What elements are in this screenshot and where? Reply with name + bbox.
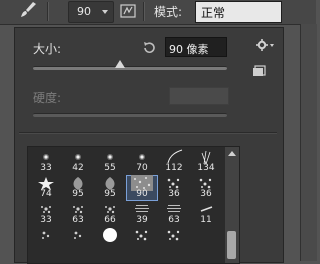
toolbar-divider	[47, 2, 48, 21]
brush-size-label: 33	[40, 215, 52, 225]
brush-preset-item[interactable]: 39	[126, 201, 158, 227]
brush-preset-item[interactable]	[158, 227, 190, 253]
brush-preset-item[interactable]: 95	[94, 175, 126, 201]
brush-preset-item[interactable]: 63	[158, 201, 190, 227]
brush-preset-item[interactable]: 95	[62, 175, 94, 201]
brush-preset-item[interactable]: 74	[30, 175, 62, 201]
brush-tool-preset-button[interactable]	[0, 0, 44, 22]
chalk-icon	[74, 231, 82, 239]
brush-grid-scrollbar[interactable]	[225, 146, 240, 264]
brush-size-label: 55	[104, 163, 116, 173]
brush-size-label: 36	[200, 189, 212, 199]
scrollbar-thumb[interactable]	[227, 231, 236, 259]
size-input[interactable]	[166, 41, 222, 57]
blend-mode-value: 正常	[201, 6, 226, 20]
brush-panel-toggle-icon[interactable]	[118, 2, 138, 20]
hardness-label: 硬度:	[33, 91, 62, 105]
brush-preset-item[interactable]: 33	[30, 149, 62, 175]
brush-grid-inner: 33 42 55 70 112 134 74 95 95 90 36 36 33 63 66 39 63 11	[28, 147, 226, 263]
brush-size-label: 33	[40, 163, 52, 173]
brush-preset-item[interactable]: 112	[158, 149, 190, 175]
new-preset-icon[interactable]	[252, 65, 266, 77]
brush-size-label: 11	[200, 215, 212, 225]
brush-preset-panel: 大小: 硬度: 33 42 55 70 112 134 74 95 95 90 36 36 33 63 66…	[14, 27, 284, 264]
scatter-icon	[135, 230, 148, 241]
brush-preset-item[interactable]: 63	[62, 201, 94, 227]
brush-preset-item[interactable]: 55	[94, 149, 126, 175]
brush-preset-item[interactable]	[94, 227, 126, 253]
brush-preset-item[interactable]	[62, 227, 94, 253]
size-field[interactable]	[165, 37, 227, 57]
brush-preset-item[interactable]	[30, 227, 62, 253]
scroll-up-icon[interactable]	[228, 151, 236, 156]
brush-size-label: 112	[165, 163, 183, 173]
brush-size-label: 90	[136, 189, 148, 199]
mode-label: 模式:	[154, 5, 183, 19]
brush-icon	[21, 2, 36, 17]
brush-size-label: 63	[168, 215, 180, 225]
size-slider[interactable]	[33, 60, 227, 70]
brush-size-label: 66	[104, 215, 116, 225]
right-panel-strip	[300, 24, 317, 261]
scatter-icon	[167, 230, 180, 241]
blend-mode-select[interactable]: 正常	[195, 1, 282, 23]
options-toolbar: 90 模式: 正常	[0, 0, 316, 25]
brush-preset-item[interactable]	[126, 227, 158, 253]
brush-size-label: 39	[136, 215, 148, 225]
brush-preset-item[interactable]	[190, 227, 222, 253]
brush-preset-item[interactable]: 36	[190, 175, 222, 201]
brush-size-label: 42	[72, 163, 84, 173]
panel-divider	[19, 132, 277, 133]
brush-size-label: 63	[72, 215, 84, 225]
brush-grid: 33 42 55 70 112 134 74 95 95 90 36 36 33 63 66 39 63 11	[27, 146, 227, 264]
brush-size-label: 95	[104, 189, 116, 199]
size-label: 大小:	[33, 42, 62, 56]
brush-size-label: 36	[168, 189, 180, 199]
gear-icon[interactable]	[255, 38, 275, 52]
brush-size-value: 90	[77, 5, 91, 18]
brush-size-label: 74	[40, 189, 52, 199]
size-slider-thumb[interactable]	[115, 60, 126, 68]
brush-preset-item[interactable]: 36	[158, 175, 190, 201]
hardness-field	[169, 87, 229, 105]
brush-preset-item[interactable]: 66	[94, 201, 126, 227]
toolbar-divider	[143, 2, 144, 21]
hardness-slider	[33, 113, 227, 117]
brush-preset-item[interactable]: 33	[30, 201, 62, 227]
brush-size-picker[interactable]: 90	[68, 1, 114, 23]
empty-slot	[190, 227, 222, 243]
brush-size-label: 95	[72, 189, 84, 199]
brush-preset-item[interactable]: 70	[126, 149, 158, 175]
brush-preset-item[interactable]: 11	[190, 201, 222, 227]
chevron-down-icon	[102, 10, 108, 14]
chalk-icon	[42, 231, 50, 239]
brush-preset-item[interactable]: 134	[190, 149, 222, 175]
brush-size-label: 70	[136, 163, 148, 173]
reset-size-icon[interactable]	[141, 40, 157, 56]
brush-preset-item[interactable]: 42	[62, 149, 94, 175]
round-hard-icon	[103, 228, 117, 242]
brush-preset-item[interactable]: 90	[126, 175, 158, 201]
brush-size-label: 134	[197, 163, 215, 173]
